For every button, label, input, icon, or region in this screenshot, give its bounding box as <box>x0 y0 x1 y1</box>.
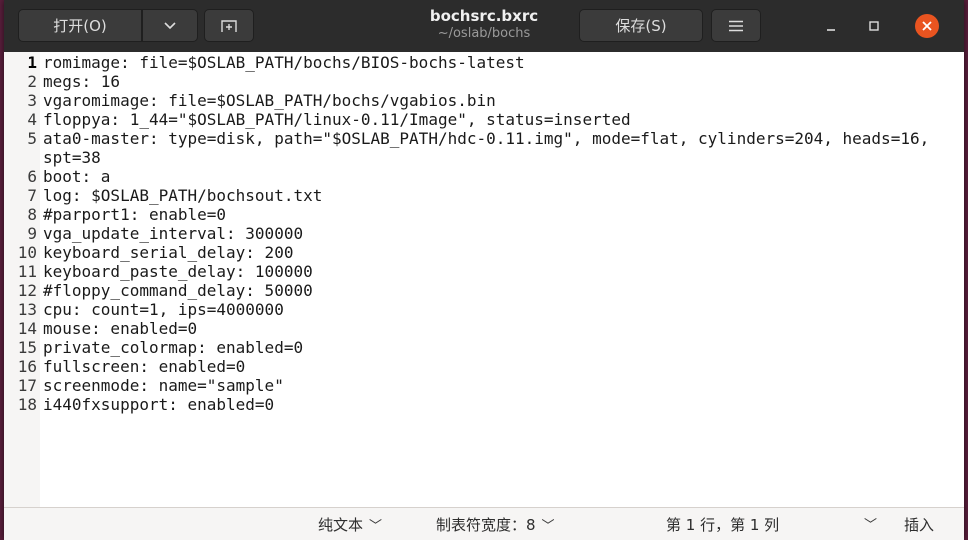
window-title-area: bochsrc.bxrc ~/oslab/bochs <box>394 6 574 42</box>
line-text: i440fxsupport: enabled=0 <box>43 395 275 414</box>
hamburger-menu-icon <box>728 20 744 32</box>
line-text: vga_update_interval: 300000 <box>43 224 304 243</box>
line-text: cpu: count=1, ips=4000000 <box>43 300 284 319</box>
minimize-button[interactable] <box>819 14 843 38</box>
line-text: megs: 16 <box>43 72 121 91</box>
language-label: 纯文本 <box>318 516 364 534</box>
code-lines: 1 romimage: file=$OSLAB_PATH/bochs/BIOS-b… <box>4 53 964 414</box>
new-tab-button[interactable] <box>204 9 254 42</box>
code-line: 13 cpu: count=1, ips=4000000 <box>4 300 964 319</box>
line-number: 1 <box>27 53 37 72</box>
tab-width-label: 制表符宽度：8 <box>436 516 536 534</box>
line-number: 4 <box>27 110 37 129</box>
code-line: 10 keyboard_serial_delay: 200 <box>4 243 964 262</box>
code-line: 14 mouse: enabled=0 <box>4 319 964 338</box>
line-text: log: $OSLAB_PATH/bochsout.txt <box>43 186 323 205</box>
chevron-down-icon: ﹀ <box>864 518 878 533</box>
text-editor-window: 打开(O) bochsrc.bxrc ~/oslab/bochs 保存(S) 1… <box>4 0 964 540</box>
code-line: 16 fullscreen: enabled=0 <box>4 357 964 376</box>
line-number: 8 <box>27 205 37 224</box>
line-number: 15 <box>17 338 37 357</box>
close-icon <box>922 21 932 31</box>
line-text: fullscreen: enabled=0 <box>43 357 246 376</box>
line-number: 2 <box>27 72 37 91</box>
code-line: 15 private_colormap: enabled=0 <box>4 338 964 357</box>
open-button[interactable]: 打开(O) <box>18 9 142 42</box>
line-text: #floppy_command_delay: 50000 <box>43 281 313 300</box>
code-line: 5 ata0-master: type=disk, path="$OSLAB_PA… <box>4 129 964 167</box>
open-recent-dropdown-button[interactable] <box>142 9 198 42</box>
chevron-down-icon: ﹀ <box>369 519 383 534</box>
chevron-down-icon <box>164 21 176 30</box>
language-selector[interactable]: 纯文本 ﹀ <box>318 514 382 535</box>
open-button-group: 打开(O) <box>18 9 198 42</box>
insert-mode-indicator[interactable]: 插入 <box>904 514 934 535</box>
line-number: 3 <box>27 91 37 110</box>
header-bar: 打开(O) bochsrc.bxrc ~/oslab/bochs 保存(S) <box>4 0 964 53</box>
code-line: 2 megs: 16 <box>4 72 964 91</box>
code-line: 7 log: $OSLAB_PATH/bochsout.txt <box>4 186 964 205</box>
code-line: 6 boot: a <box>4 167 964 186</box>
cursor-position-dropdown[interactable]: ﹀ <box>858 514 877 533</box>
line-number: 6 <box>27 167 37 186</box>
maximize-button[interactable] <box>862 14 886 38</box>
close-button[interactable] <box>915 14 939 38</box>
code-line: 11 keyboard_paste_delay: 100000 <box>4 262 964 281</box>
code-line: 3 vgaromimage: file=$OSLAB_PATH/bochs/vga… <box>4 91 964 110</box>
code-line: 1 romimage: file=$OSLAB_PATH/bochs/BIOS-b… <box>4 53 964 72</box>
status-bar: 纯文本 ﹀ 制表符宽度：8 ﹀ 第 1 行，第 1 列 ﹀ 插入 <box>4 507 964 540</box>
insert-mode-label: 插入 <box>904 516 935 534</box>
text-editor-area[interactable]: 1 romimage: file=$OSLAB_PATH/bochs/BIOS-b… <box>4 52 964 507</box>
window-title: bochsrc.bxrc <box>429 7 539 25</box>
line-number: 9 <box>27 224 37 243</box>
code-line: 4 floppya: 1_44="$OSLAB_PATH/linux-0.11/I… <box>4 110 964 129</box>
chevron-down-icon: ﹀ <box>541 519 555 534</box>
line-number: 11 <box>17 262 37 281</box>
line-text: romimage: file=$OSLAB_PATH/bochs/BIOS-bo… <box>43 53 525 72</box>
minimize-icon <box>825 20 837 32</box>
line-number: 12 <box>17 281 37 300</box>
line-number: 10 <box>17 243 37 262</box>
window-subtitle: ~/oslab/bochs <box>437 26 531 41</box>
line-number: 5 <box>27 129 37 148</box>
line-text: vgaromimage: file=$OSLAB_PATH/bochs/vgab… <box>43 91 496 110</box>
line-number: 7 <box>27 186 37 205</box>
line-number: 18 <box>17 395 37 414</box>
line-number: 17 <box>17 376 37 395</box>
line-number: 14 <box>17 319 37 338</box>
line-text: mouse: enabled=0 <box>43 319 198 338</box>
cursor-position-button[interactable]: 第 1 行，第 1 列 <box>666 514 779 535</box>
code-line: 12 #floppy_command_delay: 50000 <box>4 281 964 300</box>
tab-width-selector[interactable]: 制表符宽度：8 ﹀ <box>436 514 555 535</box>
line-text: ata0-master: type=disk, path="$OSLAB_PAT… <box>43 129 939 167</box>
line-text: #parport1: enable=0 <box>43 205 227 224</box>
code-line: 9 vga_update_interval: 300000 <box>4 224 964 243</box>
cursor-position-label: 第 1 行，第 1 列 <box>666 516 780 534</box>
new-tab-icon <box>220 19 238 33</box>
line-text: private_colormap: enabled=0 <box>43 338 304 357</box>
code-line: 8 #parport1: enable=0 <box>4 205 964 224</box>
main-menu-button[interactable] <box>711 9 761 42</box>
code-line: 17 screenmode: name="sample" <box>4 376 964 395</box>
line-text: keyboard_serial_delay: 200 <box>43 243 294 262</box>
save-button[interactable]: 保存(S) <box>579 9 703 42</box>
line-number: 13 <box>17 300 37 319</box>
line-text: screenmode: name="sample" <box>43 376 284 395</box>
line-text: boot: a <box>43 167 111 186</box>
line-text: keyboard_paste_delay: 100000 <box>43 262 313 281</box>
code-line: 18 i440fxsupport: enabled=0 <box>4 395 964 414</box>
line-number: 16 <box>17 357 37 376</box>
line-text: floppya: 1_44="$OSLAB_PATH/linux-0.11/Im… <box>43 110 631 129</box>
maximize-icon <box>868 20 880 32</box>
